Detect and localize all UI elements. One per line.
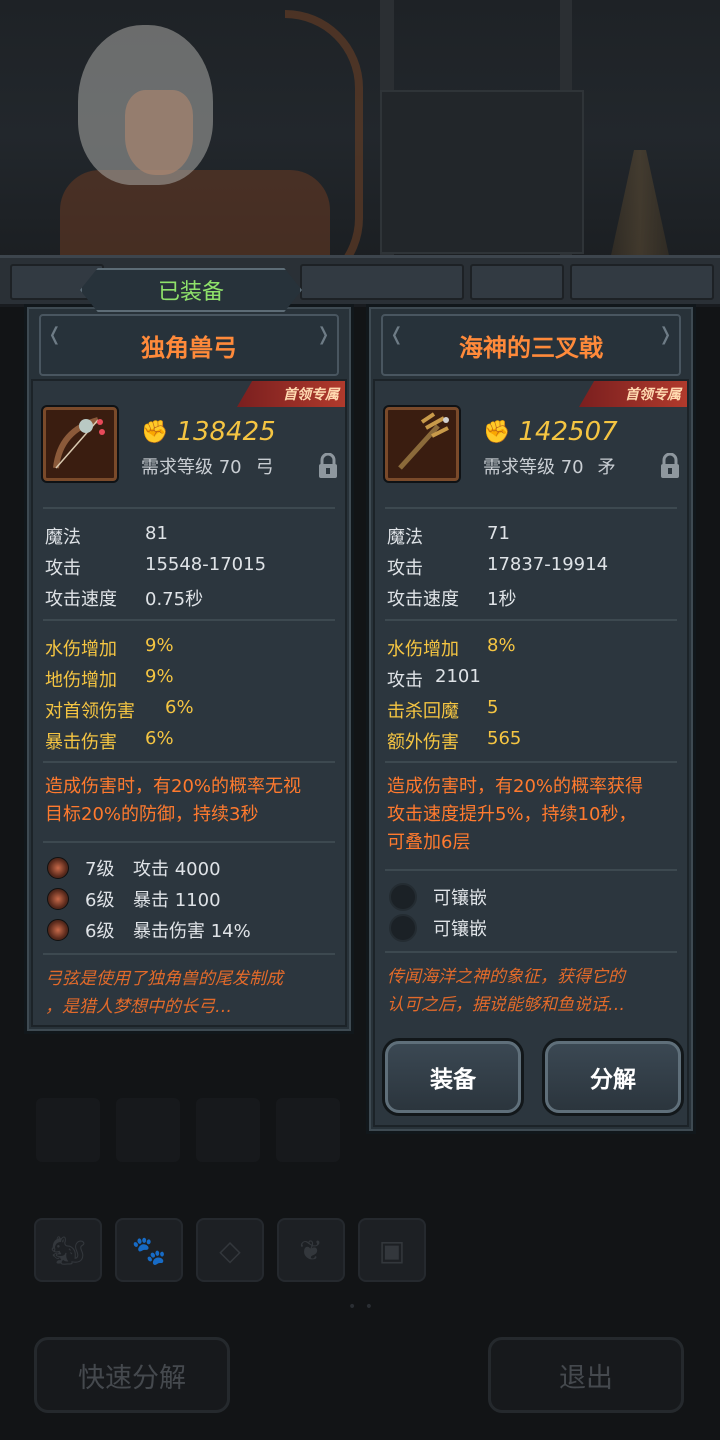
bonus-stat-row: 攻击 2101 [387, 666, 481, 691]
level-requirement: 需求等级 70 弓 [141, 457, 274, 478]
boss-exclusive-badge: 首领专属 [579, 381, 687, 407]
gem-icon[interactable]: ◇ [196, 1218, 264, 1282]
bonus-stat-row: 水伤增加 9% [45, 635, 174, 660]
stat-row: 攻击 15548-17015 [45, 554, 267, 579]
candidate-item-panel: ❬ 海神的三叉戟 ❭ 首领专属 ✊ 142507 需求等级 70 矛 魔法 71… [366, 304, 696, 1134]
equip-button[interactable]: 装备 [385, 1041, 521, 1113]
boss-exclusive-badge: 首领专属 [237, 381, 345, 407]
unicorn-bow-icon[interactable] [43, 407, 117, 481]
gem-icon [47, 888, 69, 910]
right-item-title-bar: ❬ 海神的三叉戟 ❭ [381, 314, 681, 376]
empty-socket-row: 可镶嵌 [389, 914, 487, 942]
gem-row: 6级 暴击 1100 [47, 886, 221, 912]
weapon-type: 矛 [597, 457, 616, 478]
equipped-item-panel: ❬ 独角兽弓 ❭ 首领专属 ✊ 138425 需求等级 70 弓 魔法 81 攻… [24, 304, 354, 1034]
quick-decompose-label: 快速分解 [78, 1362, 186, 1394]
ornament-icon: ❭ [315, 324, 331, 345]
bonus-stat-row: 对首领伤害 6% [45, 697, 194, 722]
power-icon: ✊ [141, 419, 169, 445]
gem-icon [47, 919, 69, 941]
special-effect: 造成伤害时，有20%的概率无视 目标20%的防御，持续3秒 [45, 776, 302, 825]
left-item-title-bar: ❬ 独角兽弓 ❭ [39, 314, 339, 376]
stat-row: 魔法 81 [45, 523, 168, 548]
gem-icon [47, 857, 69, 879]
socket-slot-icon[interactable] [389, 883, 417, 911]
bonus-stat-row: 暴击伤害 6% [45, 728, 174, 753]
lock-icon[interactable] [659, 452, 681, 479]
bonus-stat-row: 地伤增加 9% [45, 666, 174, 691]
bonus-stat-row: 水伤增加 8% [387, 635, 516, 660]
lock-icon[interactable] [317, 452, 339, 479]
stat-row: 魔法 71 [387, 523, 510, 548]
combat-power: ✊ 138425 [141, 417, 276, 447]
ornament-icon: ❭ [657, 324, 673, 345]
left-item-name: 独角兽弓 [141, 333, 237, 362]
equipped-label: 已装备 [157, 280, 224, 305]
chest-icon[interactable]: ▣ [358, 1218, 426, 1282]
bonus-stat-row: 击杀回魔 5 [387, 697, 499, 722]
squirrel-icon[interactable]: 🐿 [34, 1218, 102, 1282]
weapon-type: 弓 [255, 457, 274, 478]
background-broom [610, 150, 670, 260]
exit-label: 退出 [559, 1362, 613, 1394]
ornament-icon: ❬ [47, 324, 63, 345]
background-shelf [380, 90, 584, 254]
stat-row: 攻击 17837-19914 [387, 554, 609, 579]
ornament-icon: ❬ [389, 324, 405, 345]
item-lore: 传闻海洋之神的象征，获得它的 认可之后，据说能够和鱼说话… [387, 967, 625, 1015]
right-item-details: 首领专属 ✊ 142507 需求等级 70 矛 魔法 71 攻击 17837-1… [373, 379, 689, 1127]
left-item-details: 首领专属 ✊ 138425 需求等级 70 弓 魔法 81 攻击 15548-1… [31, 379, 347, 1027]
level-requirement: 需求等级 70 矛 [483, 457, 616, 478]
character-bow [285, 10, 363, 296]
combat-power: ✊ 142507 [483, 417, 618, 447]
bonus-stat-row: 额外伤害 565 [387, 728, 522, 753]
action-buttons: 装备 分解 [375, 1041, 687, 1121]
exit-button[interactable]: 退出 [488, 1337, 684, 1413]
decompose-button[interactable]: 分解 [545, 1041, 681, 1113]
paw-icon[interactable]: 🐾 [115, 1218, 183, 1282]
quick-decompose-button[interactable]: 快速分解 [34, 1337, 230, 1413]
page-dots: • • [348, 1299, 375, 1315]
stat-row: 攻击速度 1秒 [387, 589, 517, 610]
empty-socket-row: 可镶嵌 [389, 883, 487, 911]
gem-row: 6级 暴击伤害 14% [47, 917, 251, 943]
right-item-name: 海神的三叉戟 [459, 333, 603, 362]
equipped-tab: 已装备 [80, 268, 302, 312]
character-face [125, 90, 193, 175]
power-icon: ✊ [483, 419, 511, 445]
stat-row: 攻击速度 0.75秒 [45, 589, 204, 610]
socket-slot-icon[interactable] [389, 914, 417, 942]
trident-icon[interactable] [385, 407, 459, 481]
gem-row: 7级 攻击 4000 [47, 855, 221, 881]
item-lore: 弓弦是使用了独角兽的尾发制成 ，是猎人梦想中的长弓… [45, 969, 283, 1017]
special-effect: 造成伤害时，有20%的概率获得 攻击速度提升5%，持续10秒， 可叠加6层 [387, 776, 644, 853]
leaf-icon[interactable]: ❦ [277, 1218, 345, 1282]
